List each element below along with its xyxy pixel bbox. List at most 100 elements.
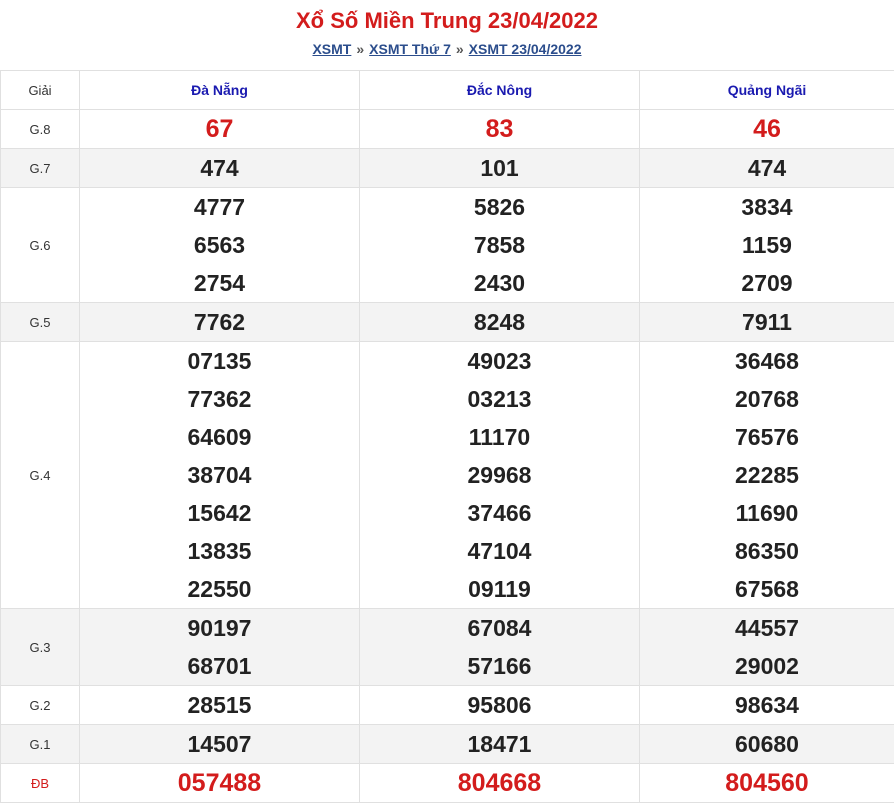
prize-cell: 474 (639, 148, 894, 188)
breadcrumb: XSMT » XSMT Thứ 7» XSMT 23/04/2022 (0, 40, 894, 58)
prize-row: G.1 14507 18471 60680 (0, 724, 894, 764)
prize-number: 18471 (467, 731, 532, 757)
prize-number: 86350 (735, 538, 799, 564)
prize-number: 7911 (742, 309, 792, 335)
prize-number: 38704 (187, 462, 252, 488)
prize-number: 6563 (193, 232, 246, 258)
prize-number: 804560 (725, 769, 809, 797)
prize-number: 47104 (467, 538, 532, 564)
prize-number: 101 (480, 155, 519, 181)
prize-number: 60680 (735, 731, 799, 757)
prize-number: 76576 (735, 424, 799, 450)
prize-number: 83 (485, 115, 514, 143)
prize-cell: 101 (359, 148, 640, 188)
prize-number: 20768 (735, 386, 799, 412)
prize-number: 95806 (467, 692, 532, 718)
prize-rows: G.8 67 83 46 G.7 474 101 474 G.6 4777 6563 2754 5826… (0, 109, 894, 803)
province-header-da-nang: Đà Nẵng (79, 70, 360, 110)
prize-number: 36468 (735, 348, 799, 374)
prize-number: 67568 (735, 576, 799, 602)
prize-number: 22550 (187, 576, 252, 602)
prize-number: 14507 (187, 731, 252, 757)
prize-cell: 14507 (79, 724, 360, 764)
prize-row: G.8 67 83 46 (0, 109, 894, 149)
prize-row: G.4 07135 77362 64609 38704 15642 13835 22550 49… (0, 341, 894, 609)
page-title: Xổ Số Miền Trung 23/04/2022 (296, 8, 598, 33)
prize-number: 64609 (187, 424, 252, 450)
prize-number: 11170 (468, 424, 531, 450)
province-header-quang-ngai: Quảng Ngãi (639, 70, 894, 110)
prize-cell: 46 (639, 109, 894, 149)
prize-cell: 67 (79, 109, 360, 149)
prize-number: 5826 (473, 194, 526, 220)
prize-number: 57166 (467, 653, 532, 679)
prize-label: ĐB (0, 763, 80, 803)
prize-row: ĐB 057488 804668 804560 (0, 763, 894, 803)
prize-number: 28515 (187, 692, 252, 718)
prize-cell: 67084 57166 (359, 608, 640, 686)
prize-number: 11690 (735, 500, 799, 526)
prize-number: 29002 (735, 653, 799, 679)
table-header-row: Giải Đà Nẵng Đắc Nông Quảng Ngãi (0, 70, 894, 110)
prize-number: 98634 (735, 692, 799, 718)
prize-cell: 36468 20768 76576 22285 11690 86350 67568 (639, 341, 894, 609)
prize-label: G.3 (0, 608, 80, 686)
prize-number: 7858 (473, 232, 526, 258)
breadcrumb-link-xsmt[interactable]: XSMT (312, 41, 351, 57)
prize-number: 07135 (187, 348, 252, 374)
prize-number: 90197 (187, 615, 252, 641)
results-table: Giải Đà Nẵng Đắc Nông Quảng Ngãi G.8 67 83… (0, 70, 894, 803)
prize-number: 22285 (735, 462, 799, 488)
prize-number: 46 (753, 115, 781, 143)
prize-row: G.7 474 101 474 (0, 148, 894, 188)
prize-number: 2430 (473, 270, 526, 296)
prize-number: 804668 (457, 769, 542, 797)
prize-number: 13835 (187, 538, 252, 564)
prize-number: 474 (200, 155, 239, 181)
prize-cell: 60680 (639, 724, 894, 764)
prize-cell: 90197 68701 (79, 608, 360, 686)
prize-cell: 4777 6563 2754 (79, 187, 360, 303)
prize-number: 8248 (473, 309, 526, 335)
prize-number: 68701 (187, 653, 252, 679)
breadcrumb-separator: » (356, 41, 365, 57)
prize-number: 67084 (467, 615, 532, 641)
prize-number: 3834 (741, 194, 793, 220)
breadcrumb-link-xsmt-date[interactable]: XSMT 23/04/2022 (469, 41, 582, 57)
prize-number: 1159 (742, 232, 792, 258)
prize-cell: 3834 1159 2709 (639, 187, 894, 303)
prize-column-header: Giải (0, 70, 80, 110)
prize-cell: 07135 77362 64609 38704 15642 13835 22550 (79, 341, 360, 609)
prize-number: 474 (747, 155, 787, 181)
prize-number: 37466 (467, 500, 532, 526)
prize-label: G.4 (0, 341, 80, 609)
page-header: Xổ Số Miền Trung 23/04/2022 XSMT » XSMT Th… (0, 0, 894, 70)
breadcrumb-link-xsmt-thu-7[interactable]: XSMT Thứ 7 (369, 41, 451, 57)
prize-cell: 8248 (359, 302, 640, 342)
prize-cell: 49023 03213 11170 29968 37466 47104 09119 (359, 341, 640, 609)
prize-label: G.7 (0, 148, 80, 188)
prize-number: 44557 (735, 615, 799, 641)
prize-row: G.6 4777 6563 2754 5826 7858 2430 3834 1159 2709 (0, 187, 894, 303)
prize-number: 4777 (193, 194, 246, 220)
prize-label: G.2 (0, 685, 80, 725)
prize-number: 15642 (187, 500, 252, 526)
prize-cell: 057488 (79, 763, 360, 803)
prize-cell: 98634 (639, 685, 894, 725)
province-header-dac-nong: Đắc Nông (359, 70, 640, 110)
prize-cell: 44557 29002 (639, 608, 894, 686)
prize-cell: 804668 (359, 763, 640, 803)
prize-cell: 474 (79, 148, 360, 188)
prize-number: 77362 (187, 386, 252, 412)
prize-row: G.3 90197 68701 67084 57166 44557 29002 (0, 608, 894, 686)
prize-cell: 804560 (639, 763, 894, 803)
prize-label: G.6 (0, 187, 80, 303)
prize-cell: 28515 (79, 685, 360, 725)
prize-label: G.5 (0, 302, 80, 342)
prize-number: 67 (205, 115, 234, 143)
prize-cell: 5826 7858 2430 (359, 187, 640, 303)
prize-label: G.1 (0, 724, 80, 764)
prize-cell: 7911 (639, 302, 894, 342)
prize-label: G.8 (0, 109, 80, 149)
prize-cell: 95806 (359, 685, 640, 725)
